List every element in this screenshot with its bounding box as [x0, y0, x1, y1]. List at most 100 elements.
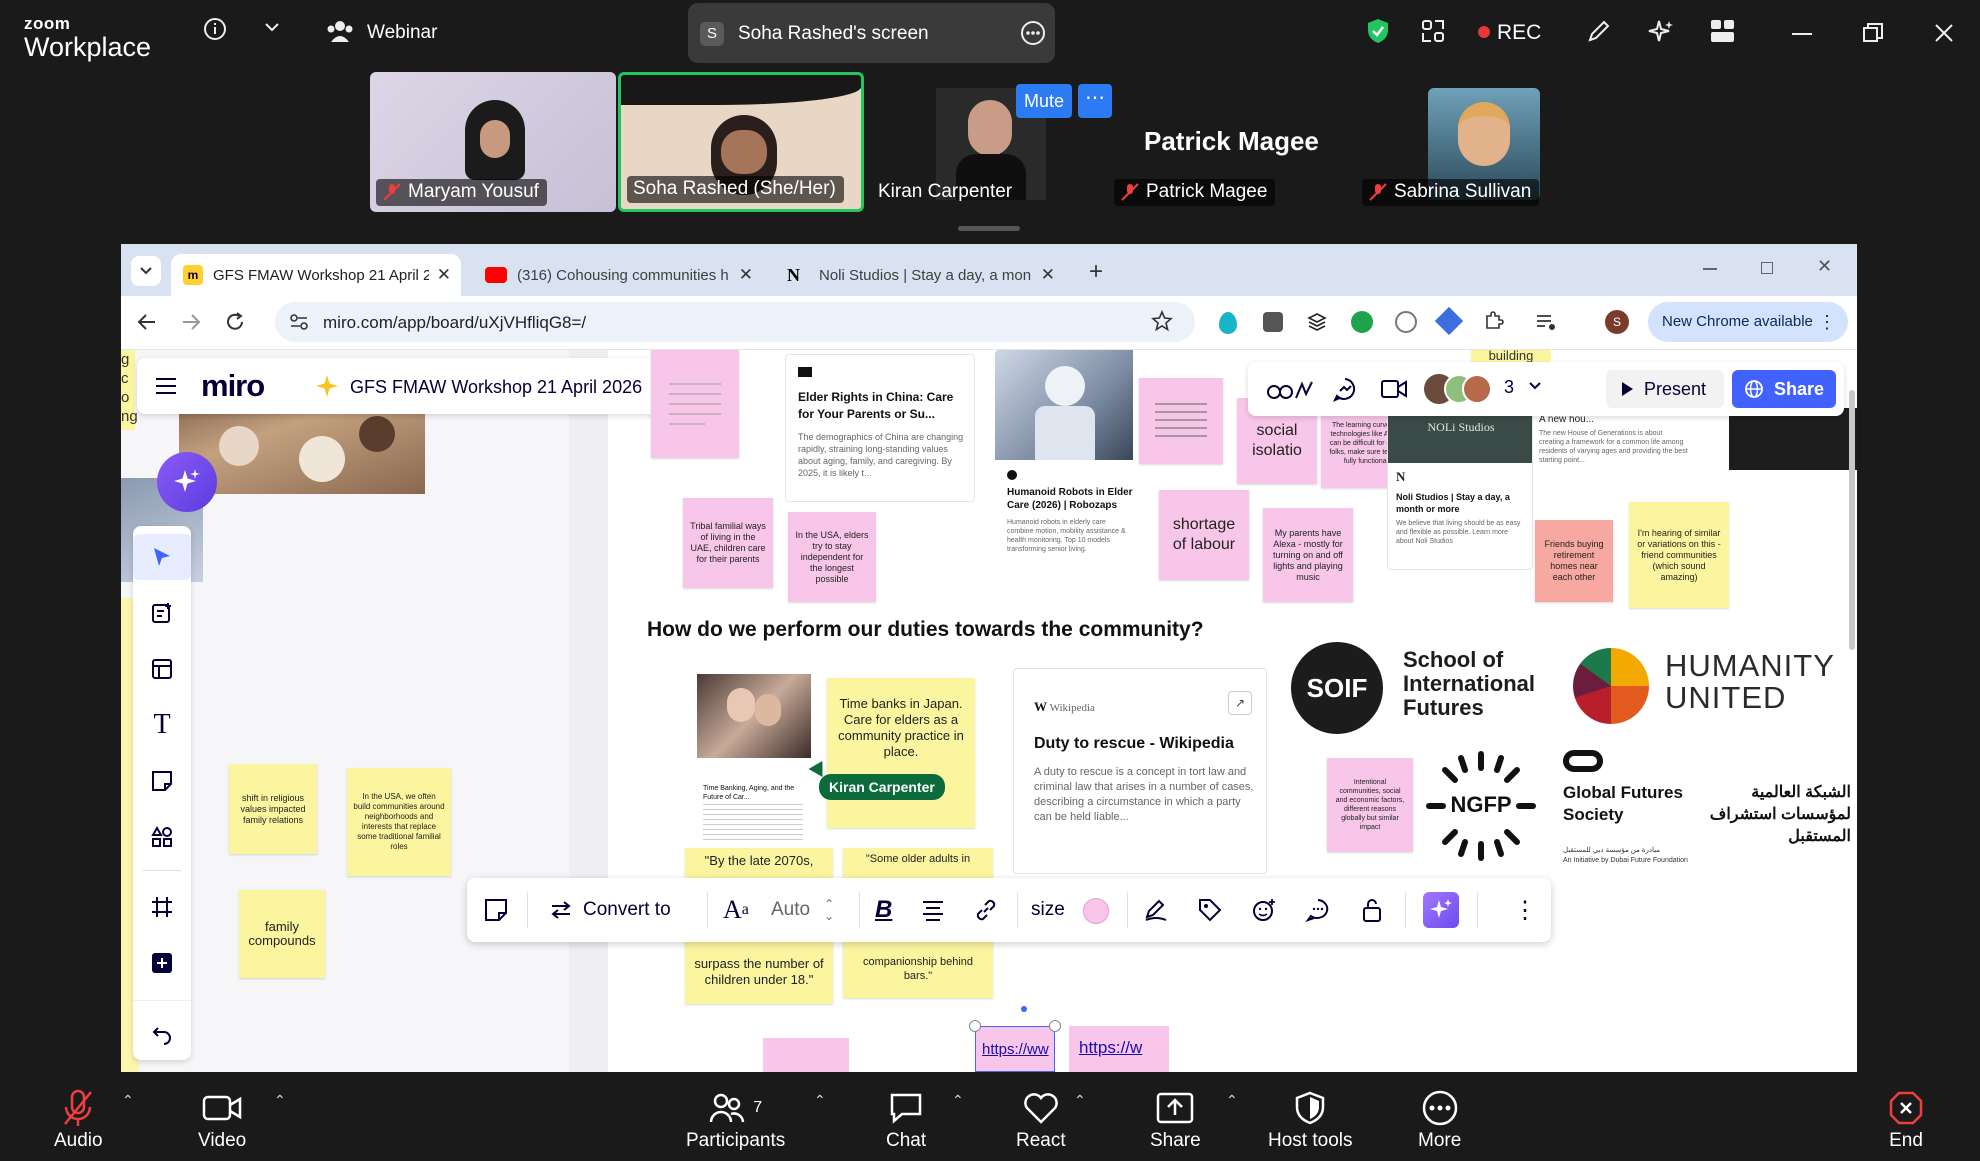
tab-youtube[interactable]: (316) Cohousing communities h ✕ [473, 254, 763, 296]
font-icon[interactable]: Aa [723, 878, 749, 942]
bookmark-star-icon[interactable] [1151, 310, 1173, 332]
tab-close-icon[interactable]: ✕ [739, 265, 753, 285]
participants-button[interactable]: 7 Participants [686, 1086, 785, 1152]
link-sticky-selected[interactable]: https://ww [975, 1026, 1055, 1072]
tab-miro[interactable]: m GFS FMAW Workshop 21 April 2 ✕ [171, 254, 461, 296]
tab-close-icon[interactable]: ✕ [1041, 265, 1055, 285]
link-sticky[interactable]: https://w [1069, 1026, 1169, 1072]
sticky-note[interactable]: companionship behind bars." [843, 940, 993, 998]
browser-minimize-icon[interactable] [1703, 268, 1717, 270]
minimize-icon[interactable] [1792, 33, 1812, 35]
audio-options-caret-icon[interactable]: ⌃ [122, 1092, 134, 1109]
shapes-tool-icon[interactable] [133, 814, 191, 860]
collaborator-count[interactable]: 3 [1504, 377, 1514, 398]
stepper-icon[interactable]: ⌃ ⌄ [824, 898, 834, 922]
audio-button[interactable]: Audio [54, 1086, 103, 1152]
miro-logo[interactable]: miro [201, 368, 265, 404]
chat-icon[interactable] [1332, 376, 1358, 402]
restore-icon[interactable] [1862, 22, 1884, 44]
sticky-note[interactable]: I'm hearing of similar or variations on … [1629, 502, 1729, 608]
site-info-icon[interactable] [289, 313, 309, 331]
layers-extension-icon[interactable] [1307, 312, 1327, 332]
sticky-note-tool-icon[interactable] [133, 758, 191, 804]
screen-share-pill[interactable]: S Soha Rashed's screen [688, 3, 1055, 63]
sticky-note[interactable]: Intentional communities, social and econ… [1327, 758, 1413, 852]
chevron-down-icon[interactable] [1528, 380, 1542, 392]
sticky-note[interactable]: shift in religious values impacted famil… [229, 764, 317, 854]
miro-board-canvas[interactable]: g c o ng miro GFS FMAW Workshop 21 April… [121, 350, 1857, 1072]
ngfp-logo[interactable]: NGFP [1425, 750, 1537, 862]
collaborator-avatar[interactable] [1462, 374, 1492, 404]
new-chrome-available-button[interactable]: New Chrome available ⋮ [1648, 302, 1848, 342]
sticky-note[interactable]: In the USA, elders try to stay independe… [788, 512, 876, 602]
pen-style-icon[interactable] [1143, 878, 1169, 942]
annotate-pencil-icon[interactable] [1586, 18, 1612, 44]
sticky-note[interactable]: shortage of labour [1159, 490, 1249, 580]
host-tools-button[interactable]: Host tools [1268, 1086, 1352, 1152]
miro-ai-button[interactable] [157, 452, 217, 512]
chat-button[interactable]: Chat [886, 1086, 926, 1152]
lock-icon[interactable] [1361, 878, 1383, 942]
more-button[interactable]: More [1418, 1086, 1461, 1152]
globe-extension-icon[interactable] [1395, 311, 1417, 333]
resize-handle[interactable] [1049, 1020, 1061, 1032]
frame-tool-icon[interactable] [133, 884, 191, 930]
video-thumbnail[interactable] [1729, 408, 1857, 470]
link-card[interactable]: Elder Rights in China: Care for Your Par… [785, 354, 975, 502]
sticky-note[interactable] [651, 350, 739, 458]
reload-icon[interactable] [223, 310, 247, 334]
sticky-note[interactable]: surpass the number of children under 18.… [685, 940, 833, 1004]
mute-button[interactable]: Mute [1016, 84, 1073, 118]
browser-close-icon[interactable]: ✕ [1817, 256, 1832, 277]
resize-handle[interactable] [969, 1020, 981, 1032]
strip-drag-handle[interactable] [958, 226, 1020, 231]
share-options-caret-icon[interactable]: ⌃ [1226, 1092, 1238, 1109]
video-options-caret-icon[interactable]: ⌃ [274, 1092, 286, 1109]
participant-more-button[interactable]: ⋯ [1078, 84, 1112, 118]
size-label[interactable]: size [1031, 878, 1065, 942]
new-tab-button[interactable]: + [1089, 258, 1103, 286]
omnibox[interactable]: miro.com/app/board/uXjVHfliqG8=/ [275, 302, 1195, 342]
close-icon[interactable] [1933, 22, 1955, 44]
extension-drop-icon[interactable] [1219, 312, 1237, 334]
participants-options-caret-icon[interactable]: ⌃ [814, 1092, 826, 1109]
sparkle-star-icon[interactable] [315, 374, 339, 398]
canvas-scrollbar[interactable] [1849, 390, 1855, 650]
back-icon[interactable] [135, 310, 159, 334]
templates-tool-icon[interactable] [133, 590, 191, 636]
select-tool-icon[interactable] [133, 534, 191, 580]
color-swatch[interactable] [1083, 898, 1109, 924]
frame-layout-tool-icon[interactable] [133, 646, 191, 692]
hamburger-menu-icon[interactable] [155, 376, 177, 396]
extension-icon[interactable] [1263, 312, 1283, 332]
forward-icon[interactable] [179, 310, 203, 334]
evernote-extension-icon[interactable] [1351, 311, 1373, 333]
bold-icon[interactable]: B [875, 878, 892, 942]
share-button[interactable]: Share [1732, 370, 1836, 408]
participant-tile[interactable]: Sabrina Sullivan [1362, 72, 1608, 212]
sticky-note[interactable] [1139, 378, 1223, 464]
video-button[interactable]: Video [198, 1086, 246, 1152]
participant-tile[interactable]: Maryam Yousuf [370, 72, 616, 212]
tab-close-icon[interactable]: ✕ [437, 265, 451, 285]
react-button[interactable]: React [1016, 1086, 1066, 1152]
reactions-icon[interactable] [1266, 378, 1318, 402]
wikipedia-card[interactable]: W Wikipedia ↗ Duty to rescue - Wikipedia… [1013, 668, 1267, 874]
browser-restore-icon[interactable] [1761, 262, 1773, 274]
selection-rotate-handle[interactable] [1021, 1006, 1027, 1012]
sticky-note[interactable]: Tribal familial ways of living in the UA… [683, 498, 773, 588]
comment-icon[interactable] [1305, 878, 1331, 942]
participant-tile[interactable]: Kiran Carpenter Mute ⋯ [866, 72, 1112, 212]
sticky-note[interactable]: In the USA, we often build communities a… [347, 768, 451, 876]
sticky-note[interactable]: Time banks in Japan. Care for elders as … [827, 678, 975, 828]
tab-search-button[interactable] [131, 256, 161, 286]
chevron-down-icon[interactable] [263, 20, 281, 34]
extensions-puzzle-icon[interactable] [1483, 310, 1505, 332]
left-sticky-fragment[interactable]: g c o ng [121, 350, 138, 430]
soif-logo[interactable]: SOIF [1291, 642, 1383, 734]
sticky-type-icon[interactable] [483, 878, 509, 942]
shield-icon[interactable] [1366, 17, 1390, 45]
sticky-note[interactable]: building [1471, 350, 1551, 362]
gfs-logo-text[interactable]: Global Futures Society [1563, 782, 1683, 826]
link-card[interactable]: NOLi Studios N Noli Studios | Stay a day… [1387, 390, 1533, 570]
